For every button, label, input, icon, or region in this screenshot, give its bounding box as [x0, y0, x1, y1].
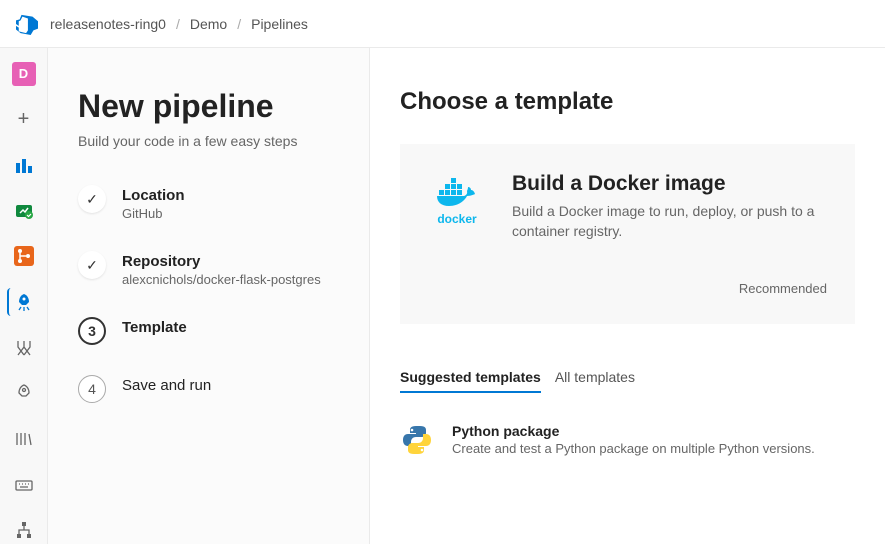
template-title: Python package — [452, 423, 815, 439]
step-subtitle: alexcnichols/docker-flask-postgres — [122, 272, 321, 287]
branch-icon — [14, 246, 34, 266]
nav-rail: D + — [0, 48, 48, 544]
docker-logo-text: docker — [437, 212, 476, 226]
nav-boards[interactable] — [8, 151, 40, 179]
repos-icon — [14, 201, 34, 221]
tab-suggested[interactable]: Suggested templates — [400, 369, 541, 393]
template-tabs: Suggested templates All templates — [400, 369, 855, 393]
azure-devops-logo-icon — [16, 13, 38, 35]
nav-project[interactable]: D — [8, 60, 40, 88]
main-area: D + New pipeline Build — [0, 48, 885, 544]
rocket-icon — [14, 292, 34, 312]
checkmark-icon: ✓ — [78, 185, 106, 213]
docker-logo: docker — [428, 172, 486, 226]
nav-repos[interactable] — [8, 197, 40, 225]
nav-rocket2[interactable] — [8, 379, 40, 407]
step-number-icon: 3 — [78, 317, 106, 345]
step-title: Template — [122, 319, 187, 336]
recommended-badge: Recommended — [512, 281, 827, 296]
wizard-panel: New pipeline Build your code in a few ea… — [48, 48, 370, 544]
recommended-description: Build a Docker image to run, deploy, or … — [512, 202, 827, 241]
step-title: Location — [122, 187, 185, 204]
checkmark-icon: ✓ — [78, 251, 106, 279]
test-icon — [14, 338, 34, 358]
recommended-template-card[interactable]: docker Build a Docker image Build a Dock… — [400, 144, 855, 324]
template-item-python[interactable]: Python package Create and test a Python … — [400, 419, 855, 461]
nav-test[interactable] — [8, 334, 40, 362]
page-title: New pipeline — [78, 88, 339, 125]
nav-pipelines[interactable] — [7, 288, 39, 316]
nav-artifacts[interactable] — [8, 425, 40, 453]
step-location[interactable]: ✓ Location GitHub — [78, 185, 339, 221]
recommended-title: Build a Docker image — [512, 172, 827, 196]
step-title: Repository — [122, 253, 321, 270]
breadcrumb-org[interactable]: releasenotes-ring0 — [50, 16, 166, 32]
rocket-outline-icon — [14, 383, 34, 403]
hierarchy-icon — [14, 520, 34, 540]
project-avatar: D — [12, 62, 36, 86]
template-description: Create and test a Python package on mult… — [452, 441, 815, 456]
nav-hierarchy[interactable] — [8, 516, 40, 544]
breadcrumb: releasenotes-ring0 / Demo / Pipelines — [50, 16, 308, 32]
step-number-icon: 4 — [78, 375, 106, 403]
nav-keyboard[interactable] — [8, 471, 40, 499]
page-subtitle: Build your code in a few easy steps — [78, 133, 339, 149]
content-heading: Choose a template — [400, 88, 855, 116]
content-panel: Choose a template docker Build a Docker … — [370, 48, 885, 544]
breadcrumb-section[interactable]: Pipelines — [251, 16, 308, 32]
step-subtitle: GitHub — [122, 206, 185, 221]
keyboard-icon — [14, 475, 34, 495]
nav-item-orange[interactable] — [8, 243, 40, 271]
step-title: Save and run — [122, 377, 211, 394]
step-repository[interactable]: ✓ Repository alexcnichols/docker-flask-p… — [78, 251, 339, 287]
breadcrumb-separator: / — [176, 16, 180, 32]
step-save-run[interactable]: 4 Save and run — [78, 375, 339, 403]
books-icon — [14, 429, 34, 449]
boards-icon — [14, 155, 34, 175]
docker-whale-icon — [433, 178, 481, 210]
step-template[interactable]: 3 Template — [78, 317, 339, 345]
breadcrumb-project[interactable]: Demo — [190, 16, 227, 32]
python-icon — [400, 423, 434, 457]
breadcrumb-separator: / — [237, 16, 241, 32]
nav-add-button[interactable]: + — [8, 106, 40, 134]
top-bar: releasenotes-ring0 / Demo / Pipelines — [0, 0, 885, 48]
tab-all[interactable]: All templates — [555, 369, 635, 393]
plus-icon: + — [18, 108, 30, 131]
